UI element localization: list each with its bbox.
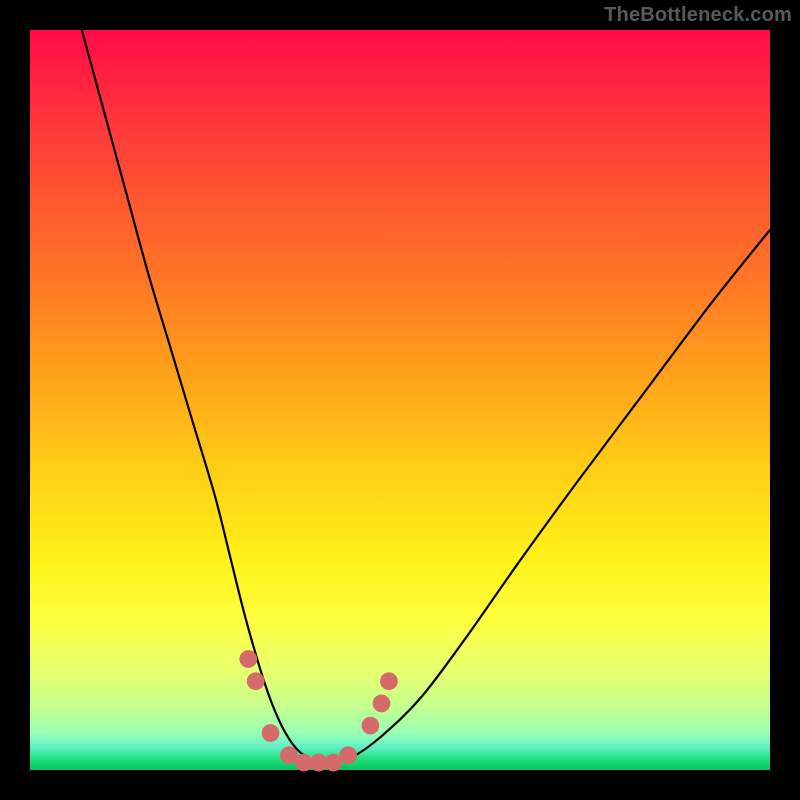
curve-marker xyxy=(339,746,357,764)
bottleneck-curve xyxy=(82,30,770,764)
watermark-text: TheBottleneck.com xyxy=(604,4,792,27)
curve-marker xyxy=(247,672,265,690)
curve-marker xyxy=(362,717,380,735)
chart-frame: TheBottleneck.com xyxy=(0,0,800,800)
plot-area xyxy=(30,30,770,770)
curve-marker xyxy=(262,724,280,742)
chart-svg xyxy=(30,30,770,770)
curve-marker xyxy=(239,650,257,668)
curve-marker xyxy=(380,672,398,690)
curve-markers xyxy=(239,650,397,771)
curve-marker xyxy=(373,695,391,713)
